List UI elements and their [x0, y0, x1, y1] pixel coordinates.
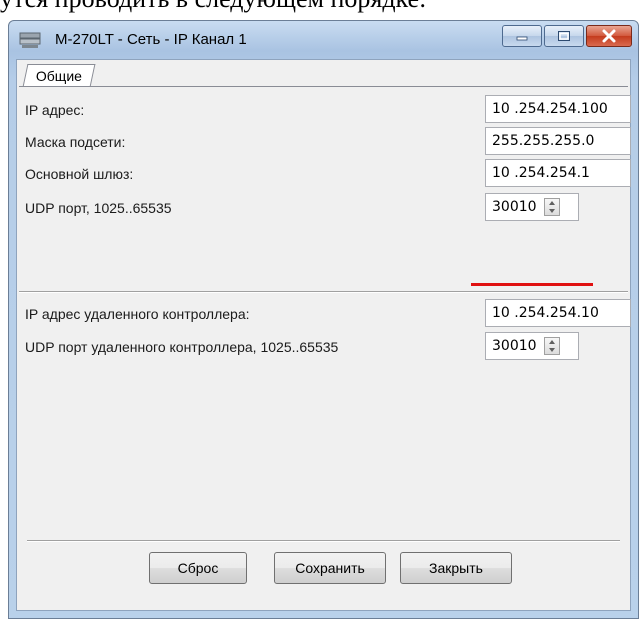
window-title: M-270LT - Сеть - IP Канал 1 [55, 31, 247, 48]
remote-udp-port-label: UDP порт удаленного контроллера, 1025..6… [25, 339, 339, 355]
maximize-button[interactable] [544, 25, 584, 47]
remote-udp-port-row: UDP порт удаленного контроллера, 1025..6… [19, 332, 628, 362]
remote-udp-port-value: 30010 [492, 338, 537, 354]
remote-ip-row: IP адрес удаленного контроллера: 10 .254… [19, 299, 631, 329]
maximize-icon [558, 31, 570, 41]
subnet-mask-row: Маска подсети: 255.255.255.0 [19, 127, 631, 157]
dialog-client-area: Общие IP адрес: 10 .254.254.100 Маска по… [16, 59, 631, 611]
section-divider [19, 291, 628, 293]
save-button[interactable]: Сохранить [274, 552, 386, 584]
minimize-icon [516, 36, 528, 41]
gateway-row: Основной шлюз: 10 .254.254.1 [19, 159, 631, 189]
general-tab-panel: IP адрес: 10 .254.254.100 Маска подсети:… [19, 86, 631, 528]
udp-port-row: UDP порт, 1025..65535 30010 [19, 193, 628, 223]
udp-port-spin-button[interactable] [544, 198, 560, 216]
udp-port-label: UDP порт, 1025..65535 [25, 200, 172, 216]
subnet-mask-label: Маска подсети: [25, 134, 126, 150]
annotation-underline [471, 283, 593, 286]
remote-udp-port-spin-button[interactable] [544, 337, 560, 355]
close-button[interactable]: Закрыть [400, 552, 512, 584]
network-settings-window: M-270LT - Сеть - IP Канал 1 Общие IP адр… [8, 20, 639, 619]
udp-port-stepper[interactable]: 30010 [485, 193, 579, 221]
minimize-button[interactable] [502, 25, 542, 47]
reset-button[interactable]: Сброс [149, 552, 247, 584]
device-icon [19, 32, 41, 48]
remote-ip-label: IP адрес удаленного контроллера: [25, 306, 250, 322]
document-text-fragment: утся проводить в следующем порядке: [0, 0, 639, 14]
close-window-button[interactable] [586, 25, 632, 47]
ip-address-label: IP адрес: [25, 102, 85, 118]
remote-ip-field[interactable]: 10 .254.254.10 [485, 299, 631, 327]
tab-general[interactable]: Общие [22, 64, 96, 87]
subnet-mask-field[interactable]: 255.255.255.0 [485, 127, 631, 155]
gateway-field[interactable]: 10 .254.254.1 [485, 159, 631, 187]
close-icon [602, 29, 616, 43]
window-controls [502, 25, 632, 47]
ip-address-field[interactable]: 10 .254.254.100 [485, 95, 631, 123]
gateway-label: Основной шлюз: [25, 166, 134, 182]
udp-port-value: 30010 [492, 199, 537, 215]
title-bar[interactable]: M-270LT - Сеть - IP Канал 1 [9, 21, 638, 59]
tab-general-label: Общие [35, 68, 82, 84]
footer-divider [27, 540, 620, 542]
ip-address-row: IP адрес: 10 .254.254.100 [19, 95, 631, 125]
remote-udp-port-stepper[interactable]: 30010 [485, 332, 579, 360]
